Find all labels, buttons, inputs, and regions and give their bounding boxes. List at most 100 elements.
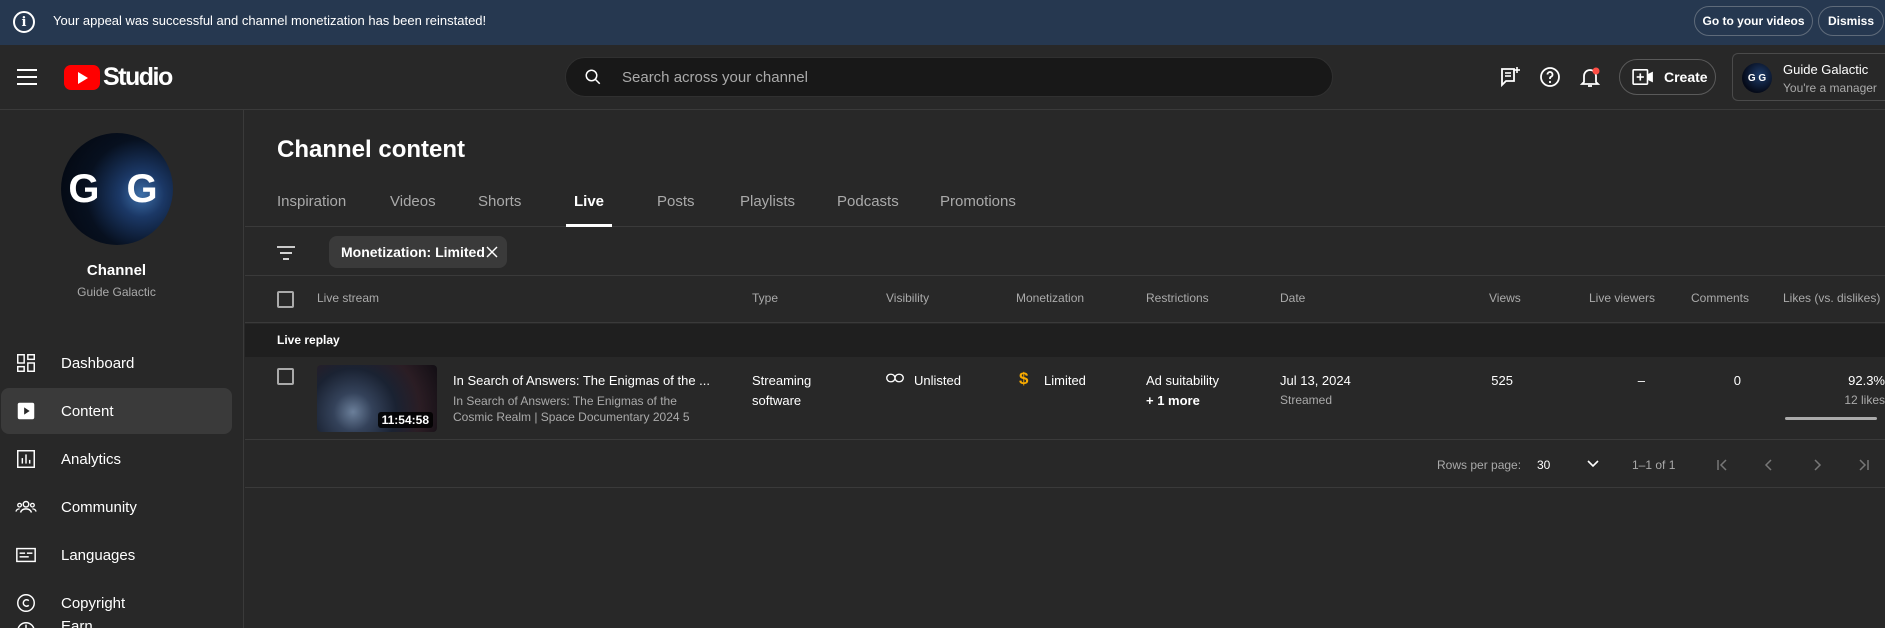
page-title: Channel content [277,136,466,163]
column-type[interactable]: Type [752,291,778,305]
info-icon: i [13,11,35,33]
sidebar-item-label: Languages [61,546,136,564]
monetization-value[interactable]: Limited [1044,373,1086,388]
column-visibility[interactable]: Visibility [886,291,929,305]
chevron-down-icon[interactable] [1586,457,1600,471]
filter-chip-label: Monetization: Limited [341,244,485,260]
tab-playlists[interactable]: Playlists [740,193,795,210]
feedback-icon[interactable] [1498,65,1522,89]
visibility-value[interactable]: Unlisted [914,373,961,388]
create-button[interactable]: Create [1619,59,1716,95]
views-value: 525 [1491,373,1513,388]
studio-logo[interactable]: Studio [64,63,173,92]
video-thumbnail[interactable]: 11:54:58 [317,365,437,432]
create-label: Create [1664,69,1708,85]
hamburger-menu-icon[interactable] [17,69,37,85]
table-row[interactable]: 11:54:58 In Search of Answers: The Enigm… [245,357,1885,440]
account-avatar: G G [1742,63,1772,93]
video-title[interactable]: In Search of Answers: The Enigmas of the… [453,373,718,388]
sidebar-item-label: Analytics [61,450,122,468]
content-tabs: Inspiration Videos Shorts Live Posts Pla… [245,190,1885,227]
next-page-icon[interactable] [1808,456,1826,474]
content-icon [17,402,35,420]
group-label: Live replay [277,333,340,347]
likes-count: 12 likes [1844,393,1885,407]
notifications-bell-icon[interactable] [1578,65,1602,89]
dismiss-button[interactable]: Dismiss [1818,6,1884,36]
sidebar-item-languages[interactable]: Languages [1,532,232,578]
video-duration: 11:54:58 [377,412,433,428]
select-all-checkbox[interactable] [277,291,294,308]
restrictions-more[interactable]: + 1 more [1146,393,1200,408]
column-restrictions[interactable]: Restrictions [1146,291,1209,305]
type-line2: software [752,393,802,408]
youtube-logo-icon [64,65,100,90]
link-icon [886,373,904,383]
analytics-icon [17,450,35,468]
group-header: Live replay [245,324,1885,357]
dollar-icon: $ [1019,369,1029,388]
filter-chip[interactable]: Monetization: Limited [329,236,507,268]
channel-label: Channel [86,262,147,279]
rows-per-page-select[interactable]: 30 [1537,458,1550,472]
filter-icon[interactable] [276,245,296,261]
go-to-videos-button[interactable]: Go to your videos [1694,6,1813,36]
first-page-icon[interactable] [1714,456,1732,474]
search-icon [585,69,601,85]
banner-message: Your appeal was successful and channel m… [53,13,487,28]
account-role: You're a manager [1783,81,1877,95]
sidebar: G G Channel Guide Galactic Dashboard Con… [0,110,244,628]
column-date[interactable]: Date [1280,291,1305,305]
sidebar-item-community[interactable]: Community [1,484,232,530]
tab-videos[interactable]: Videos [390,193,436,210]
earn-icon [17,622,35,628]
likes-ratio-bar [1785,417,1877,420]
sidebar-item-label: Dashboard [61,354,135,372]
tab-promotions[interactable]: Promotions [940,193,1016,210]
help-icon[interactable] [1538,65,1562,89]
previous-page-icon[interactable] [1760,456,1778,474]
tab-live[interactable]: Live [574,193,604,210]
active-tab-indicator [566,224,612,227]
live-viewers-value: – [1637,373,1645,388]
top-header: Studio Search across your channel Create… [0,45,1885,110]
search-input[interactable]: Search across your channel [565,57,1333,97]
sidebar-item-analytics[interactable]: Analytics [1,436,232,482]
community-icon [15,500,37,513]
tab-posts[interactable]: Posts [657,193,695,210]
column-live-stream[interactable]: Live stream [317,291,379,305]
tab-inspiration[interactable]: Inspiration [277,193,346,210]
column-likes[interactable]: Likes (vs. dislikes) [1783,291,1880,305]
video-description: In Search of Answers: The Enigmas of the… [453,394,690,424]
search-placeholder: Search across your channel [622,69,808,86]
last-page-icon[interactable] [1854,456,1872,474]
column-comments[interactable]: Comments [1691,291,1749,305]
filter-bar: Monetization: Limited [245,228,1885,276]
column-live-viewers[interactable]: Live viewers [1589,291,1655,305]
notification-banner: i Your appeal was successful and channel… [0,0,1885,45]
sidebar-item-earn[interactable]: Earn [1,616,232,628]
account-switcher[interactable]: G G Guide Galactic You're a manager [1732,53,1885,101]
channel-avatar[interactable]: G G [61,133,173,245]
column-monetization[interactable]: Monetization [1016,291,1084,305]
tab-shorts[interactable]: Shorts [478,193,521,210]
pagination: Rows per page: 30 1–1 of 1 [245,441,1885,488]
studio-logo-text: Studio [103,63,173,91]
sidebar-item-label: Copyright [61,594,126,612]
create-video-icon [1632,68,1653,86]
date-sub: Streamed [1280,393,1333,407]
close-icon[interactable] [486,246,498,258]
sidebar-item-content[interactable]: Content [1,388,232,434]
column-views[interactable]: Views [1489,291,1521,305]
sidebar-item-dashboard[interactable]: Dashboard [1,340,232,386]
type-line1: Streaming [752,373,812,388]
comments-value: 0 [1733,373,1741,388]
page-range: 1–1 of 1 [1632,458,1676,472]
row-checkbox[interactable] [277,368,294,385]
account-name: Guide Galactic [1783,62,1869,77]
sidebar-item-label: Community [61,498,137,516]
likes-percent: 92.3% [1848,373,1885,388]
restrictions-line1[interactable]: Ad suitability [1146,373,1219,388]
tab-podcasts[interactable]: Podcasts [837,193,899,210]
channel-name: Guide Galactic [77,285,156,299]
